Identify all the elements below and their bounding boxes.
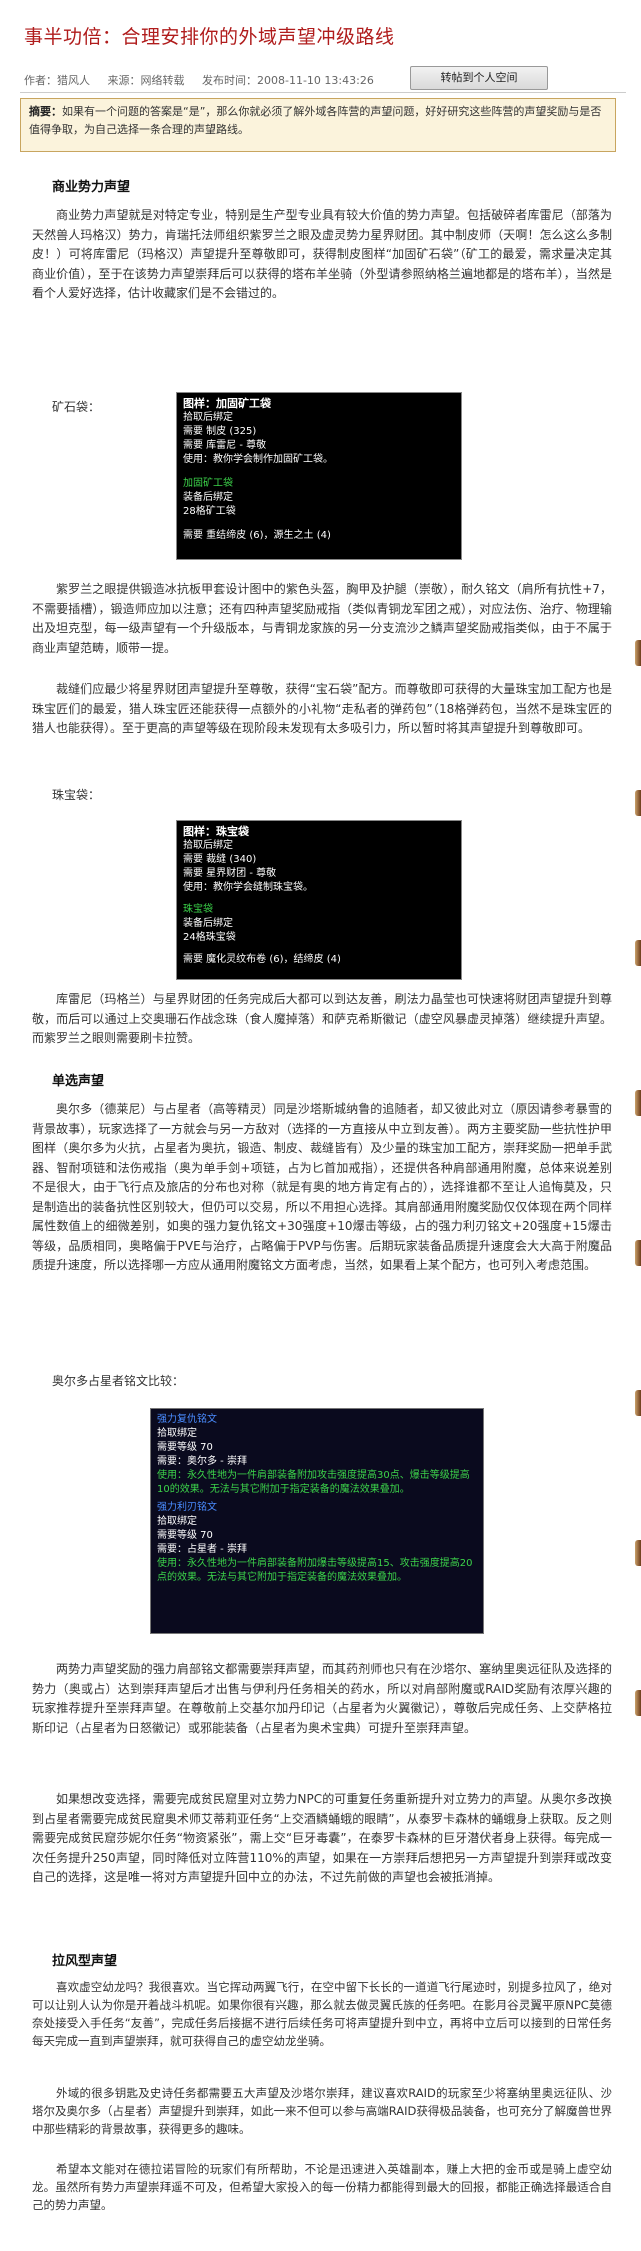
tooltip-line: 需要等级 70 <box>157 1442 213 1453</box>
tooltip-line: 需要：占星者 - 崇拜 <box>157 1544 247 1555</box>
save-to-space-button[interactable]: 转帖到个人空间 <box>410 66 548 90</box>
tooltip-effect: 使用：永久性地为一件肩部装备附加爆击等级提高15、攻击强度提高20点的效果。无法… <box>157 1558 473 1583</box>
edge-decoration <box>635 640 641 666</box>
edge-decoration <box>635 790 641 816</box>
edge-decoration <box>635 1390 641 1416</box>
tooltip-line: 装备后绑定 <box>183 918 233 929</box>
single-paragraph-1: 奥尔多（德莱尼）与占星者（高等精灵）同是沙塔斯城纳鲁的追随者，却又彼此对立（原因… <box>32 1102 612 1272</box>
tooltip-line: 使用：教你学会制作加固矿工袋。 <box>183 454 333 465</box>
tooltip-line: 拾取绑定 <box>157 1516 197 1527</box>
pull-heading: 拉风型声望 <box>52 1954 118 1969</box>
pull-paragraph-1: 喜欢虚空幼龙吗？我很喜欢。当它挥动两翼飞行，在空中留下长长的一道道飞行尾迹时，别… <box>32 1980 612 2048</box>
tooltip-title: 强力利刃铭文 <box>157 1502 217 1513</box>
business-paragraph-1: 商业势力声望就是对特定专业，特别是生产型专业具有较大价值的势力声望。包括破碎者库… <box>32 208 612 300</box>
summary-text: 如果有一个问题的答案是“是”，那么你就必须了解外域各阵营的声望问题，好好研究这些… <box>29 105 602 136</box>
tooltip-item-name: 加固矿工袋 <box>183 478 233 489</box>
business-paragraph-4: 库雷尼（玛格兰）与星界财团的任务完成后大都可以到达友善，刷法力晶莹也可快速将财团… <box>32 992 612 1045</box>
tooltip-line: 需要 裁缝 (340) <box>183 854 257 865</box>
business-paragraph-3: 裁缝们应最少将星界财团声望提升至尊敬，获得“宝石袋”配方。而尊敬即可获得的大量珠… <box>32 682 612 735</box>
tooltip-line: 需要 制皮 (325) <box>183 426 257 437</box>
tooltip-line: 拾取绑定 <box>157 1428 197 1439</box>
tooltip-line: 需要等级 70 <box>157 1530 213 1541</box>
tooltip-line: 拾取后绑定 <box>183 412 233 423</box>
tooltip-line: 需要：奥尔多 - 崇拜 <box>157 1456 247 1467</box>
tooltip-line: 需要 星界财团 - 尊敬 <box>183 868 277 879</box>
edge-decoration <box>635 940 641 966</box>
edge-decoration <box>635 1690 641 1716</box>
business-paragraph-2: 紫罗兰之眼提供锻造冰抗板甲套设计图中的紫色头盔，胸甲及护腿（崇敬），耐久铭文（肩… <box>32 582 612 655</box>
tooltip-line: 28格矿工袋 <box>183 506 236 517</box>
edge-decoration <box>635 1090 641 1116</box>
tooltip-title: 强力复仇铭文 <box>157 1414 217 1425</box>
gem-bag-label: 珠宝袋： <box>52 788 101 802</box>
summary-box: 摘要：如果有一个问题的答案是“是”，那么你就必须了解外域各阵营的声望问题，好好研… <box>20 98 616 152</box>
tooltip-line: 装备后绑定 <box>183 492 233 503</box>
publish-time: 发布时间：2008-11-10 13:43:26 <box>202 74 374 87</box>
tooltip-line: 需要 库雷尼 - 尊敬 <box>183 440 267 451</box>
pull-paragraph-2: 外域的很多钥匙及史诗任务都需要五大声望及沙塔尔崇拜，建议喜欢RAID的玩家至少将… <box>32 2086 612 2136</box>
article-title: 事半功倍：合理安排你的外域声望冲级路线 <box>24 26 395 48</box>
tooltip-line: 拾取后绑定 <box>183 840 233 851</box>
pull-paragraph-3: 希望本文能对在德拉诺冒险的玩家们有所帮助，不论是迅速进入英雄副本，赚上大把的金币… <box>32 2162 612 2212</box>
source-text: 来源：网络转载 <box>107 74 185 87</box>
summary-label: 摘要： <box>29 105 62 118</box>
business-heading: 商业势力声望 <box>52 180 131 195</box>
tooltip-line: 需要 魔化灵纹布卷 (6)，结缔皮 (4) <box>183 954 341 965</box>
author-text: 作者：猎风人 <box>24 74 90 87</box>
tooltip-line: 使用：教你学会缝制珠宝袋。 <box>183 882 313 893</box>
title-divider <box>20 92 626 93</box>
article-page: 事半功倍：合理安排你的外域声望冲级路线 作者：猎风人 来源：网络转载 发布时间：… <box>0 0 641 2251</box>
tooltip-item-name: 珠宝袋 <box>183 904 213 915</box>
inscription-compare-tooltip: 强力复仇铭文 拾取绑定 需要等级 70 需要：奥尔多 - 崇拜 使用：永久性地为… <box>150 1408 484 1634</box>
single-paragraph-2: 两势力声望奖励的强力肩部铭文都需要崇拜声望，而其药剂师也只有在沙塔尔、塞纳里奥远… <box>32 1662 612 1735</box>
tooltip-title: 图样：珠宝袋 <box>183 825 249 838</box>
tooltip-line: 需要 重结缔皮 (6)，源生之土 (4) <box>183 530 331 541</box>
ore-bag-tooltip: 图样：加固矿工袋 拾取后绑定 需要 制皮 (325) 需要 库雷尼 - 尊敬 使… <box>176 392 462 560</box>
edge-decoration <box>635 1540 641 1566</box>
tooltip-effect: 使用：永久性地为一件肩部装备附加攻击强度提高30点、爆击等级提高10的效果。无法… <box>157 1470 470 1495</box>
single-heading: 单选声望 <box>52 1074 105 1089</box>
single-paragraph-3: 如果想改变选择，需要完成贫民窟里对立势力NPC的可重复任务重新提升对立势力的声望… <box>32 1792 612 1884</box>
ore-bag-label: 矿石袋： <box>52 400 101 414</box>
tooltip-line: 24格珠宝袋 <box>183 932 236 943</box>
edge-decoration <box>635 1240 641 1266</box>
compare-label: 奥尔多占星者铭文比较： <box>52 1374 185 1388</box>
gem-bag-tooltip: 图样：珠宝袋 拾取后绑定 需要 裁缝 (340) 需要 星界财团 - 尊敬 使用… <box>176 820 462 980</box>
tooltip-title: 图样：加固矿工袋 <box>183 397 271 410</box>
